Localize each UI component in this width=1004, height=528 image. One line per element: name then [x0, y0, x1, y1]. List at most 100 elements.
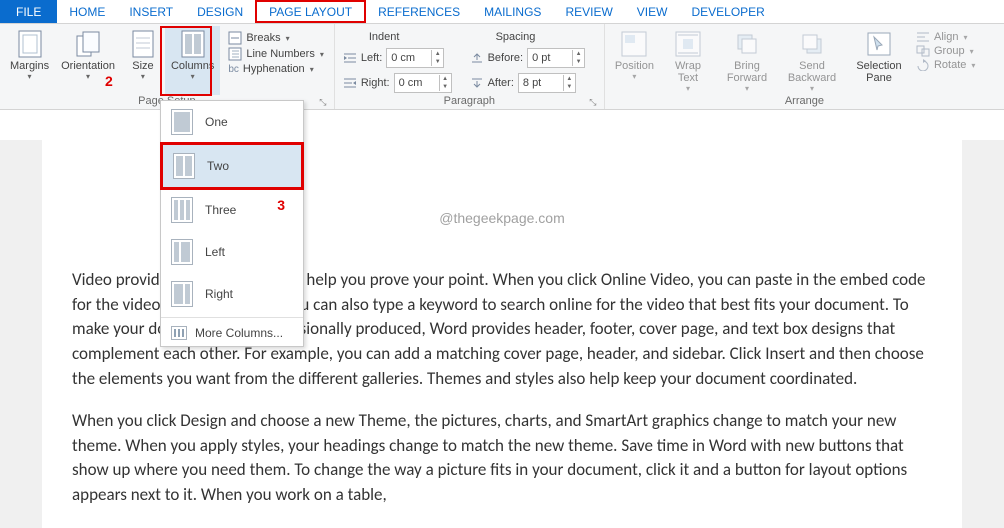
align-label: Align: [934, 31, 958, 43]
group-objects-icon: [916, 45, 930, 57]
spacing-after-value: 8 pt: [523, 77, 541, 89]
spinner-icon[interactable]: ▲▼: [572, 50, 584, 66]
bring-forward-icon: [733, 30, 761, 58]
columns-right-label: Right: [205, 287, 233, 301]
line-numbers-icon: [228, 47, 242, 61]
group-objects-button[interactable]: Group ▾: [912, 44, 979, 58]
columns-more[interactable]: More Columns...: [161, 320, 303, 346]
size-icon: [129, 30, 157, 58]
tab-mailings[interactable]: MAILINGS: [472, 0, 553, 23]
orientation-icon: [74, 30, 102, 58]
chevron-down-icon: ▾: [141, 72, 145, 81]
tab-developer[interactable]: DEVELOPER: [679, 0, 776, 23]
columns-left-icon: [171, 239, 193, 265]
tab-page-layout-label: PAGE LAYOUT: [269, 5, 352, 19]
group-objects-label: Group: [934, 45, 965, 57]
send-backward-button[interactable]: Send Backward ▾: [778, 26, 846, 95]
dialog-launcher-icon[interactable]: ⤡: [588, 97, 598, 107]
divider: [161, 317, 303, 318]
rotate-button[interactable]: Rotate ▾: [912, 58, 979, 72]
wrap-text-icon: [674, 30, 702, 58]
indent-right-icon: [343, 77, 357, 89]
columns-three-label: Three: [205, 203, 236, 217]
chevron-down-icon: ▾: [810, 84, 814, 93]
annotation-3: 3: [277, 197, 285, 213]
group-arrange: Position ▾ Wrap Text ▾ Bring Forward ▾: [605, 24, 1004, 109]
columns-more-label: More Columns...: [195, 326, 283, 340]
group-page-setup: Margins ▾ Orientation ▾ Size ▾ 2: [0, 24, 335, 109]
tab-page-layout[interactable]: PAGE LAYOUT 1: [255, 0, 366, 23]
position-label: Position: [615, 60, 654, 72]
position-button[interactable]: Position ▾: [609, 26, 660, 95]
spacing-before-input[interactable]: 0 pt ▲▼: [527, 48, 585, 68]
group-label-paragraph: Paragraph ⤡: [339, 95, 600, 109]
columns-right-icon: [171, 281, 193, 307]
margins-label: Margins: [10, 60, 49, 72]
spinner-icon[interactable]: ▲▼: [563, 75, 575, 91]
spinner-icon[interactable]: ▲▼: [439, 75, 451, 91]
columns-two-icon: [173, 153, 195, 179]
indent-right-input[interactable]: 0 cm ▲▼: [394, 73, 452, 93]
size-button[interactable]: Size ▾ 2: [121, 26, 165, 95]
selection-pane-icon: [865, 30, 893, 58]
margins-button[interactable]: Margins ▾: [4, 26, 55, 95]
rotate-icon: [916, 59, 930, 71]
columns-dropdown: One Two Three 3 Left Right More Columns.…: [160, 100, 304, 347]
margins-icon: [16, 30, 44, 58]
selection-pane-label: Selection Pane: [852, 60, 906, 84]
tab-file[interactable]: FILE: [0, 0, 57, 23]
document-area: @thegeekpage.com Video provides a powerf…: [0, 140, 1004, 528]
spacing-after-icon: [470, 77, 484, 89]
align-button[interactable]: Align ▾: [912, 30, 979, 44]
wrap-text-button[interactable]: Wrap Text ▾: [660, 26, 716, 95]
chevron-down-icon: ▾: [286, 34, 290, 43]
annotation-2: 2: [105, 73, 113, 89]
spacing-before-icon: [470, 52, 484, 64]
hyphenation-button[interactable]: bc Hyphenation ▾: [224, 62, 328, 76]
bring-forward-button[interactable]: Bring Forward ▾: [716, 26, 778, 95]
columns-button[interactable]: Columns ▾: [165, 26, 220, 95]
tab-view[interactable]: VIEW: [625, 0, 680, 23]
tab-design[interactable]: DESIGN: [185, 0, 255, 23]
breaks-button[interactable]: Breaks ▾: [224, 30, 328, 46]
chevron-down-icon: ▾: [191, 72, 195, 81]
columns-one-icon: [171, 109, 193, 135]
spacing-before-value: 0 pt: [532, 52, 550, 64]
send-backward-label: Send Backward: [784, 60, 840, 84]
columns-option-one[interactable]: One: [161, 101, 303, 143]
indent-left-value: 0 cm: [391, 52, 415, 64]
line-numbers-button[interactable]: Line Numbers ▾: [224, 46, 328, 62]
columns-option-right[interactable]: Right: [161, 273, 303, 315]
columns-more-icon: [171, 326, 187, 340]
indent-right-label: Right:: [361, 77, 390, 89]
send-backward-icon: [798, 30, 826, 58]
indent-right-value: 0 cm: [399, 77, 423, 89]
indent-left-input[interactable]: 0 cm ▲▼: [386, 48, 444, 68]
chevron-down-icon: ▾: [320, 50, 324, 59]
group-label-arrange: Arrange: [609, 95, 1000, 109]
selection-pane-button[interactable]: Selection Pane: [846, 26, 912, 95]
paragraph-2[interactable]: When you click Design and choose a new T…: [72, 409, 932, 508]
spacing-after-input[interactable]: 8 pt ▲▼: [518, 73, 576, 93]
columns-option-three[interactable]: Three 3: [161, 189, 303, 231]
columns-option-left[interactable]: Left: [161, 231, 303, 273]
dialog-launcher-icon[interactable]: ⤡: [318, 97, 328, 107]
ribbon: Margins ▾ Orientation ▾ Size ▾ 2: [0, 24, 1004, 110]
columns-one-label: One: [205, 115, 228, 129]
chevron-down-icon: ▾: [632, 72, 636, 81]
tab-insert[interactable]: INSERT: [117, 0, 185, 23]
chevron-down-icon: ▾: [971, 61, 975, 70]
spacing-header: Spacing: [466, 30, 589, 44]
hyphenation-icon: bc: [228, 64, 239, 75]
columns-option-two[interactable]: Two: [160, 142, 304, 190]
spinner-icon[interactable]: ▲▼: [431, 50, 443, 66]
breaks-icon: [228, 31, 242, 45]
columns-two-label: Two: [207, 159, 229, 173]
chevron-down-icon: ▾: [686, 84, 690, 93]
chevron-down-icon: ▾: [86, 72, 90, 81]
tab-review[interactable]: REVIEW: [553, 0, 624, 23]
hyphenation-label: Hyphenation: [243, 63, 305, 75]
tab-references[interactable]: REFERENCES: [366, 0, 472, 23]
breaks-label: Breaks: [246, 32, 280, 44]
tab-home[interactable]: HOME: [57, 0, 117, 23]
